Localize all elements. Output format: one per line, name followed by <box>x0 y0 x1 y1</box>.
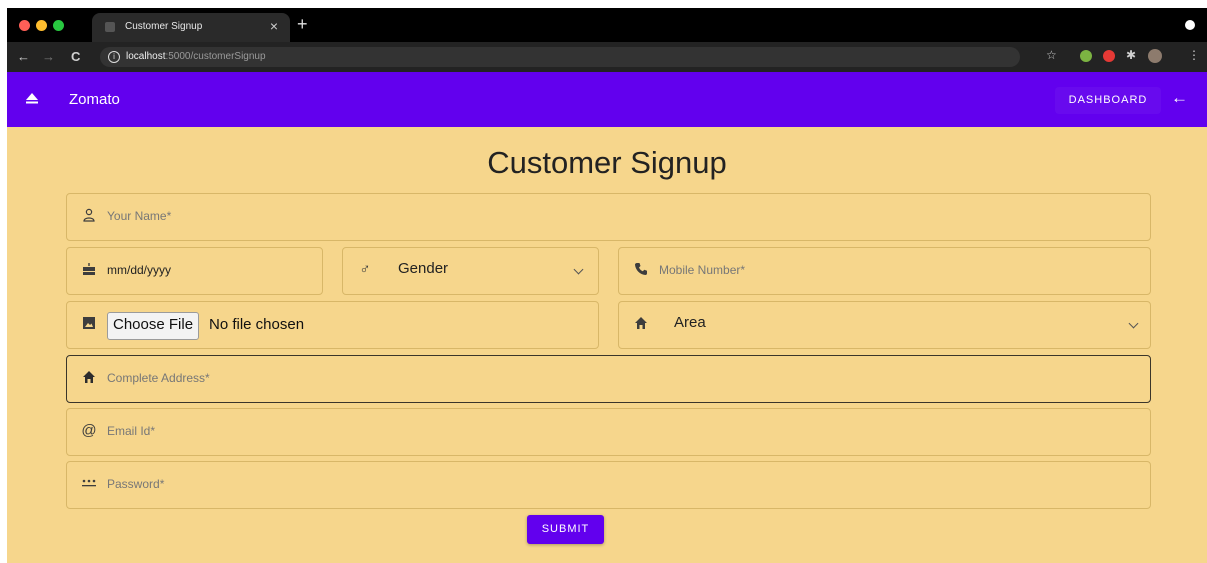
back-nav-icon[interactable]: ← <box>17 49 30 64</box>
email-placeholder: Email Id* <box>107 424 156 438</box>
reload-icon[interactable]: C <box>71 49 80 64</box>
password-icon <box>81 476 97 492</box>
mobile-field[interactable]: Mobile Number* <box>618 247 1151 295</box>
page-title: Customer Signup <box>487 145 727 180</box>
tab-close-icon[interactable]: × <box>270 18 278 34</box>
home-icon <box>81 370 97 386</box>
browser-menu-icon[interactable]: ⋮ <box>1188 48 1200 62</box>
maximize-window-button[interactable] <box>53 20 64 31</box>
chevron-down-icon <box>573 264 584 275</box>
person-icon <box>81 208 97 224</box>
mobile-placeholder: Mobile Number* <box>659 263 746 277</box>
gender-value: Gender <box>398 260 449 277</box>
phone-icon <box>633 262 649 278</box>
image-icon <box>81 316 97 332</box>
gender-select[interactable]: ♂ Gender <box>342 247 599 295</box>
extension-red-icon[interactable] <box>1103 50 1115 62</box>
email-field[interactable]: @ Email Id* <box>66 408 1151 456</box>
male-icon: ♂ <box>359 261 371 278</box>
photo-upload-field[interactable]: Choose File No file chosen <box>66 301 599 349</box>
app-bar: Zomato DASHBOARD ← <box>7 72 1207 127</box>
browser-tab[interactable]: Customer Signup × <box>92 13 290 42</box>
app-title: Zomato <box>69 91 120 108</box>
tab-favicon-icon <box>105 22 115 32</box>
profile-avatar-icon[interactable] <box>1148 49 1162 63</box>
chevron-down-icon <box>1128 318 1139 329</box>
back-arrow-icon[interactable]: ← <box>1171 88 1188 108</box>
profile-icon[interactable] <box>1185 20 1195 30</box>
no-file-text: No file chosen <box>209 316 305 333</box>
info-icon[interactable]: i <box>108 51 120 63</box>
forward-nav-icon[interactable]: → <box>42 49 55 64</box>
minimize-window-button[interactable] <box>36 20 47 31</box>
address-field[interactable]: Complete Address* <box>66 355 1151 403</box>
extensions-puzzle-icon[interactable]: ✱ <box>1126 48 1136 62</box>
dashboard-button[interactable]: DASHBOARD <box>1055 87 1161 114</box>
close-window-button[interactable] <box>19 20 30 31</box>
tab-title: Customer Signup <box>125 21 203 32</box>
password-field[interactable]: Password* <box>66 461 1151 509</box>
choose-file-button[interactable]: Choose File <box>107 312 200 340</box>
signup-page: Customer Signup Your Name* mm/dd/yyyy ♂ … <box>7 127 1207 563</box>
home-icon <box>633 316 649 332</box>
area-value: Area <box>674 314 706 331</box>
eject-icon[interactable] <box>26 92 38 104</box>
new-tab-button[interactable]: + <box>297 14 308 35</box>
name-field[interactable]: Your Name* <box>66 193 1151 241</box>
submit-button[interactable]: SUBMIT <box>527 515 604 544</box>
browser-toolbar: ← → C i localhost:5000/customerSignup ☆ … <box>7 42 1207 72</box>
extension-green-icon[interactable] <box>1080 50 1092 62</box>
url-text: localhost:5000/customerSignup <box>126 51 266 62</box>
bookmark-star-icon[interactable]: ☆ <box>1046 48 1057 62</box>
password-placeholder: Password* <box>107 477 165 491</box>
browser-tab-bar: Customer Signup × + <box>7 8 1207 42</box>
dob-field[interactable]: mm/dd/yyyy <box>66 247 323 295</box>
cake-icon <box>81 262 97 278</box>
at-icon: @ <box>81 422 97 439</box>
address-bar[interactable]: i localhost:5000/customerSignup <box>100 47 1020 67</box>
address-placeholder: Complete Address* <box>107 371 210 385</box>
dob-placeholder: mm/dd/yyyy <box>107 263 172 277</box>
area-select[interactable]: Area <box>618 301 1151 349</box>
name-placeholder: Your Name* <box>107 209 172 223</box>
